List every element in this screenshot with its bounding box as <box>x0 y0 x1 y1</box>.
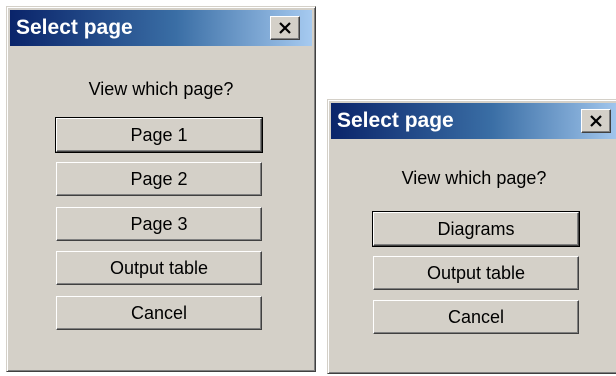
close-x-icon <box>279 22 291 34</box>
output-table-button[interactable]: Output table <box>56 251 262 285</box>
page-1-button[interactable]: Page 1 <box>55 117 263 153</box>
close-button[interactable] <box>581 109 611 133</box>
select-page-dialog-2: Select page View which page? Diagrams Ou… <box>327 99 616 374</box>
page-2-button[interactable]: Page 2 <box>56 162 262 196</box>
dialog-title: Select page <box>16 16 133 39</box>
cancel-button[interactable]: Cancel <box>56 296 262 330</box>
title-bar[interactable]: Select page <box>331 103 616 139</box>
dialog-title: Select page <box>337 109 454 132</box>
output-table-button[interactable]: Output table <box>373 256 579 290</box>
title-bar[interactable]: Select page <box>10 10 312 46</box>
prompt-label: View which page? <box>401 168 547 188</box>
cancel-button[interactable]: Cancel <box>373 300 579 334</box>
select-page-dialog-1: Select page View which page? Page 1 Page… <box>6 6 316 372</box>
close-x-icon <box>590 115 602 127</box>
prompt-label: View which page? <box>88 79 234 99</box>
page-3-button[interactable]: Page 3 <box>56 207 262 241</box>
close-button[interactable] <box>270 16 300 40</box>
diagrams-button[interactable]: Diagrams <box>372 211 580 247</box>
